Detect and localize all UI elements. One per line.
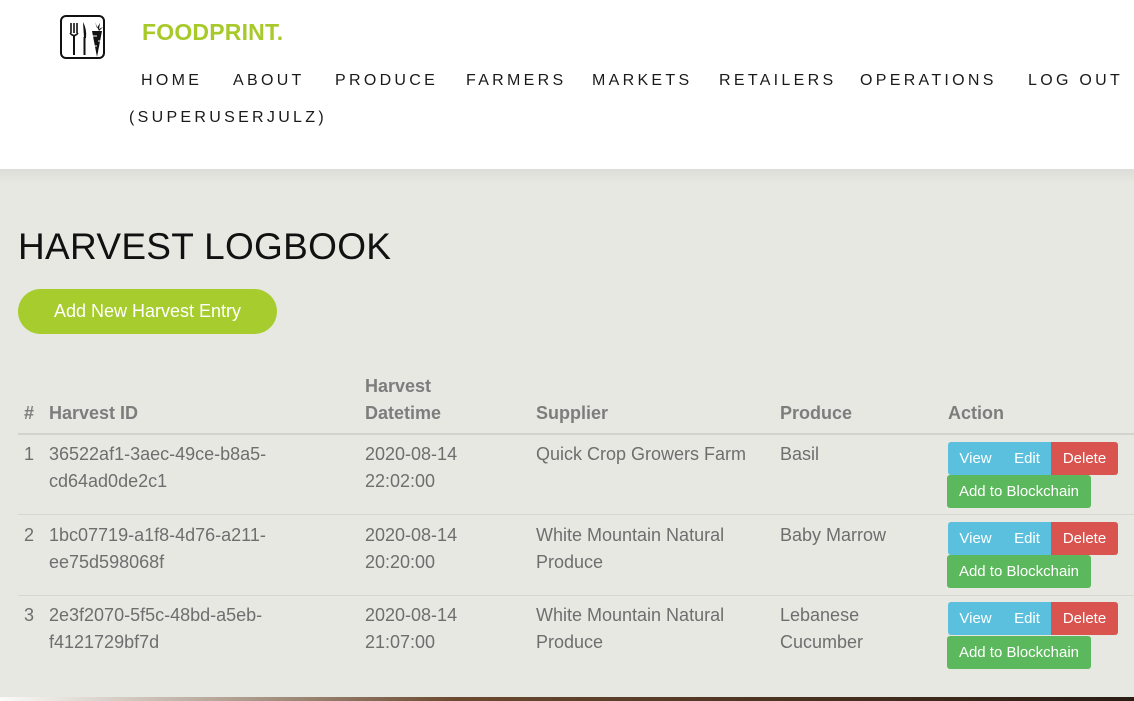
add-to-blockchain-button[interactable]: Add to Blockchain (947, 555, 1091, 588)
col-header-number: # (24, 403, 35, 423)
page-title: HARVEST LOGBOOK (18, 226, 392, 267)
col-header-harvest-id: Harvest ID (49, 403, 139, 423)
harvest-date: 2020-08-14 (365, 605, 458, 625)
supplier: Quick Crop Growers Farm (536, 444, 747, 464)
produce: Basil (780, 444, 820, 464)
harvest-id-cont: ee75d598068f (49, 552, 165, 572)
row-divider (18, 595, 1134, 596)
brand-name[interactable]: FOODPRINT. (142, 19, 283, 46)
harvest-time: 20:20:00 (365, 552, 436, 572)
harvest-time: 22:02:00 (365, 471, 436, 491)
row-divider (18, 514, 1134, 515)
harvest-id-cont: cd64ad0de2c1 (49, 471, 168, 491)
edit-button[interactable]: Edit (1003, 602, 1051, 635)
col-header-harvest-datetime-line2: Datetime (365, 403, 442, 423)
supplier-cont: Produce (536, 552, 604, 572)
edit-button[interactable]: Edit (1003, 522, 1051, 555)
nav-markets[interactable]: MARKETS (592, 72, 692, 90)
col-header-action: Action (948, 403, 1004, 423)
view-button[interactable]: View (948, 602, 1003, 635)
col-header-supplier: Supplier (536, 403, 609, 423)
supplier-cont: Produce (536, 632, 604, 652)
supplier: White Mountain Natural (536, 605, 725, 625)
delete-button[interactable]: Delete (1051, 442, 1118, 475)
nav-current-user[interactable]: (SUPERUSERJULZ) (129, 109, 327, 127)
footer-image-strip (0, 697, 1134, 701)
nav-retailers[interactable]: RETAILERS (719, 72, 836, 90)
supplier: White Mountain Natural (536, 525, 725, 545)
view-button[interactable]: View (948, 442, 1003, 475)
nav-operations[interactable]: OPERATIONS (860, 72, 997, 90)
table-header-divider (18, 433, 1134, 435)
harvest-date: 2020-08-14 (365, 444, 458, 464)
harvest-id: 1bc07719-a1f8-4d76-a211- (49, 525, 266, 545)
nav-log-out[interactable]: LOG OUT (1028, 72, 1123, 90)
harvest-time: 21:07:00 (365, 632, 436, 652)
row-number: 1 (24, 444, 35, 464)
harvest-id: 36522af1-3aec-49ce-b8a5- (49, 444, 267, 464)
produce: Lebanese (780, 605, 860, 625)
nav-produce[interactable]: PRODUCE (335, 72, 438, 90)
produce-cont: Cucumber (780, 632, 864, 652)
fork-carrot-logo-icon[interactable] (60, 15, 105, 59)
add-to-blockchain-button[interactable]: Add to Blockchain (947, 636, 1091, 669)
add-harvest-entry-button[interactable]: Add New Harvest Entry (18, 289, 277, 334)
col-header-harvest-datetime-line1: Harvest (365, 376, 432, 396)
delete-button[interactable]: Delete (1051, 522, 1118, 555)
add-to-blockchain-button[interactable]: Add to Blockchain (947, 475, 1091, 508)
col-header-produce: Produce (780, 403, 853, 423)
delete-button[interactable]: Delete (1051, 602, 1118, 635)
harvest-date: 2020-08-14 (365, 525, 458, 545)
edit-button[interactable]: Edit (1003, 442, 1051, 475)
nav-about[interactable]: ABOUT (233, 72, 305, 90)
site-header: FOODPRINT. HOME ABOUT PRODUCE FARMERS MA… (0, 0, 1134, 169)
nav-home[interactable]: HOME (141, 72, 202, 90)
nav-farmers[interactable]: FARMERS (466, 72, 566, 90)
harvest-id-cont: f4121729bf7d (49, 632, 160, 652)
harvest-id: 2e3f2070-5f5c-48bd-a5eb- (49, 605, 263, 625)
row-number: 2 (24, 525, 35, 545)
row-number: 3 (24, 605, 35, 625)
produce: Baby Marrow (780, 525, 887, 545)
view-button[interactable]: View (948, 522, 1003, 555)
